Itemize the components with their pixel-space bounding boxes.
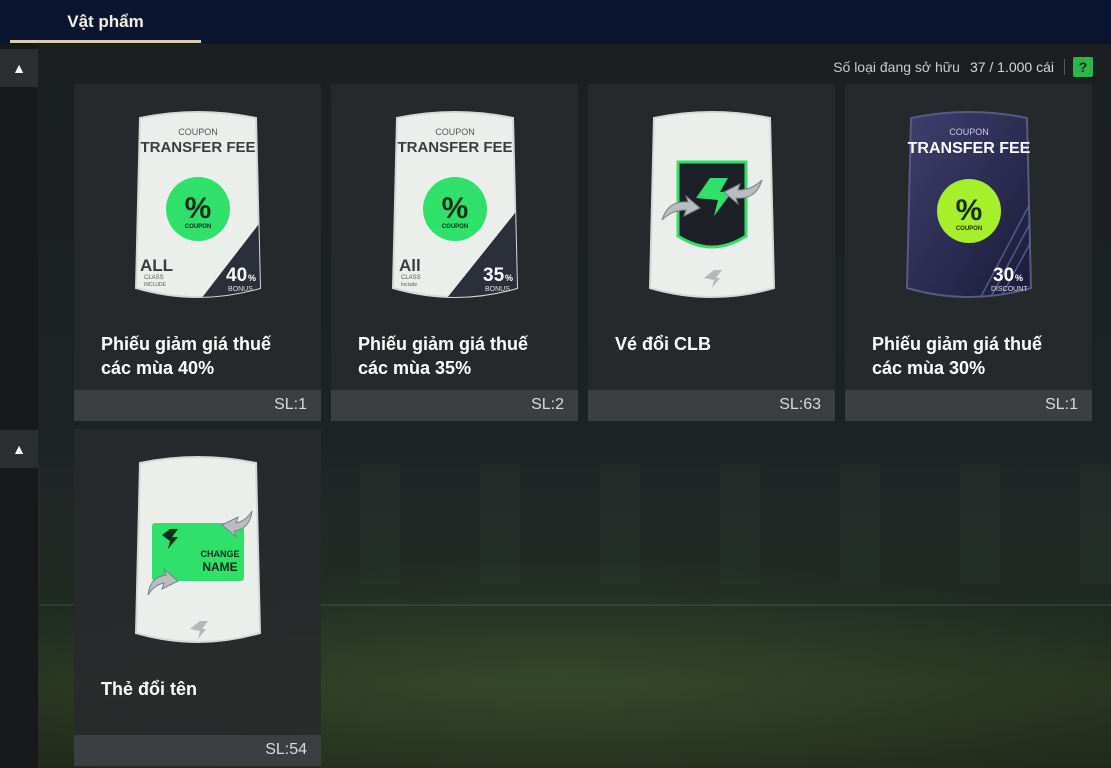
- item-tile[interactable]: COUPON TRANSFER FEE % COUPON ALL CLASS I…: [74, 84, 321, 421]
- svg-text:CHANGE: CHANGE: [200, 549, 239, 559]
- svg-text:Include: Include: [401, 282, 417, 288]
- svg-text:ALL: ALL: [140, 256, 173, 275]
- svg-text:BONUS: BONUS: [228, 286, 253, 293]
- svg-text:%: %: [185, 192, 212, 225]
- collapse-section-1-button[interactable]: ▲: [0, 49, 38, 87]
- top-bar: Vật phẩm: [0, 0, 1111, 44]
- item-quantity: SL:1: [274, 396, 307, 413]
- svg-text:DISCOUNT: DISCOUNT: [991, 286, 1028, 293]
- item-quantity: SL:54: [265, 741, 307, 758]
- club-transfer-ticket-card: [648, 108, 776, 302]
- svg-text:%: %: [1015, 273, 1023, 283]
- help-button[interactable]: ?: [1073, 57, 1093, 77]
- svg-text:NAME: NAME: [202, 560, 237, 574]
- svg-text:COUPON: COUPON: [956, 226, 982, 232]
- triangle-up-icon: ▲: [12, 60, 26, 76]
- item-name: Phiếu giảm giá thuế các mùa 40%: [101, 334, 272, 378]
- svg-text:COUPON: COUPON: [435, 127, 475, 137]
- svg-text:COUPON: COUPON: [185, 224, 211, 230]
- svg-text:COUPON: COUPON: [949, 127, 989, 137]
- svg-text:CLASS: CLASS: [144, 275, 164, 281]
- svg-text:%: %: [505, 273, 513, 283]
- svg-text:TRANSFER FEE: TRANSFER FEE: [908, 140, 1031, 157]
- ownership-value: 37 / 1.000 cái: [969, 59, 1054, 75]
- item-quantity: SL:63: [779, 396, 821, 413]
- svg-text:40: 40: [226, 265, 247, 286]
- svg-text:%: %: [956, 194, 983, 227]
- svg-text:%: %: [248, 273, 256, 283]
- triangle-up-icon: ▲: [12, 441, 26, 457]
- item-tile[interactable]: COUPON TRANSFER FEE % COUPON All CLASS I…: [331, 84, 578, 421]
- collapse-section-2-button[interactable]: ▲: [0, 430, 38, 468]
- tab-active-indicator: [10, 40, 201, 43]
- change-name-card: CHANGE NAME: [134, 453, 262, 647]
- svg-text:TRANSFER FEE: TRANSFER FEE: [397, 139, 512, 156]
- svg-text:All: All: [399, 256, 421, 275]
- item-tile[interactable]: CHANGE NAME Thẻ đổi tên SL:54: [74, 429, 321, 766]
- item-tile[interactable]: COUPON TRANSFER FEE % COUPON 30 % DISCOU…: [845, 84, 1092, 421]
- item-tile[interactable]: Vé đổi CLB SL:63: [588, 84, 835, 421]
- svg-text:COUPON: COUPON: [442, 224, 468, 230]
- svg-text:TRANSFER FEE: TRANSFER FEE: [140, 139, 255, 156]
- transfer-fee-coupon-card: COUPON TRANSFER FEE % COUPON ALL CLASS I…: [134, 108, 262, 302]
- item-name: Phiếu giảm giá thuế các mùa 35%: [358, 334, 529, 378]
- item-name: Phiếu giảm giá thuế các mùa 30%: [872, 334, 1043, 378]
- svg-text:%: %: [442, 192, 469, 225]
- svg-text:CLASS: CLASS: [401, 275, 421, 281]
- svg-text:BONUS: BONUS: [485, 286, 510, 293]
- item-name: Vé đổi CLB: [615, 334, 712, 354]
- svg-text:COUPON: COUPON: [178, 127, 218, 137]
- transfer-fee-coupon-card: COUPON TRANSFER FEE % COUPON All CLASS I…: [391, 108, 519, 302]
- tab-items[interactable]: Vật phẩm: [10, 0, 201, 44]
- left-rail: [0, 44, 38, 768]
- item-quantity: SL:1: [1045, 396, 1078, 413]
- ownership-stats: Số loại đang sở hữu 37 / 1.000 cái ?: [833, 56, 1093, 78]
- svg-text:INCLUDE: INCLUDE: [144, 282, 167, 288]
- transfer-fee-discount-card: COUPON TRANSFER FEE % COUPON 30 % DISCOU…: [905, 108, 1033, 302]
- item-name: Thẻ đổi tên: [101, 679, 197, 699]
- svg-text:35: 35: [483, 265, 505, 286]
- divider: [1064, 59, 1065, 75]
- ownership-label: Số loại đang sở hữu: [833, 59, 960, 75]
- item-quantity: SL:2: [531, 396, 564, 413]
- svg-text:30: 30: [993, 265, 1014, 286]
